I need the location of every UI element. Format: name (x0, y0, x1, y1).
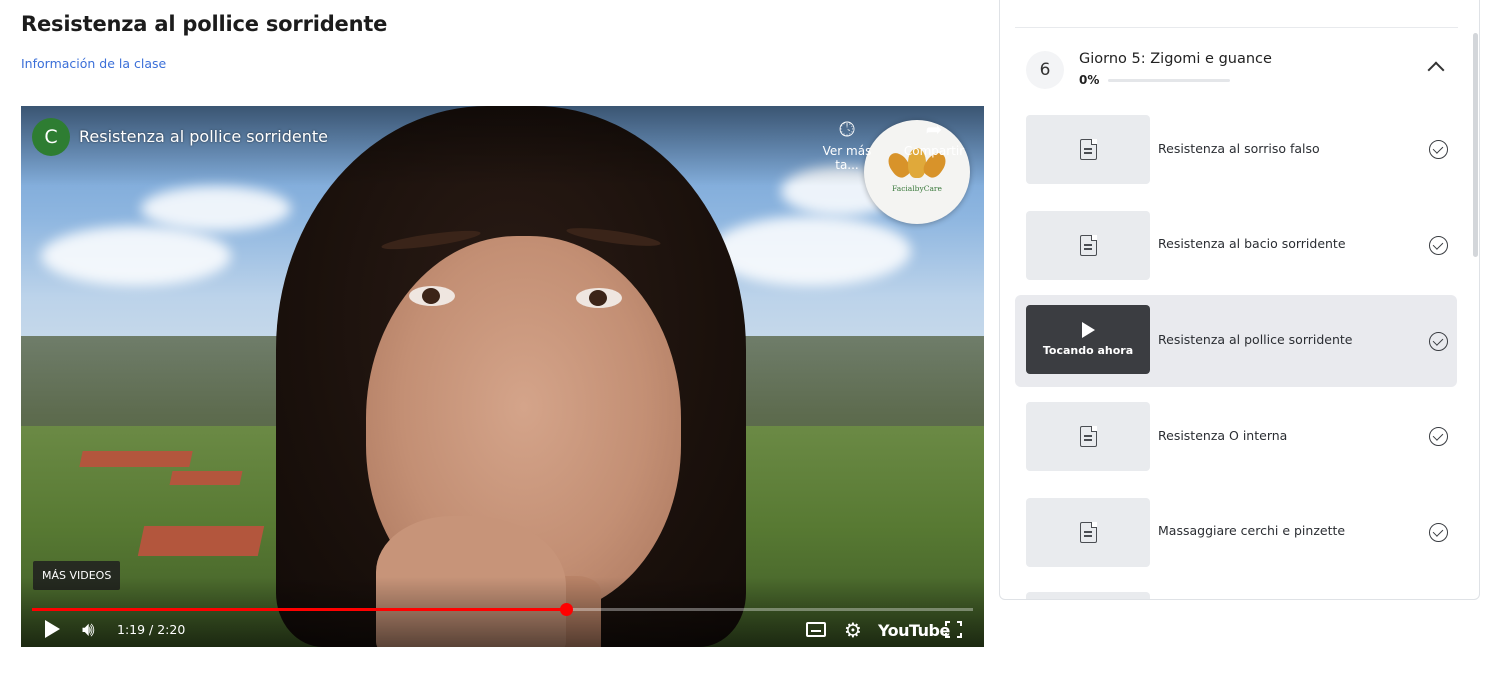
progress-bar[interactable] (32, 603, 973, 616)
section-progress-text: 0% (1079, 73, 1100, 87)
lesson-thumbnail (1026, 498, 1150, 567)
captions-icon[interactable] (806, 622, 826, 637)
video-frame (21, 106, 984, 647)
watch-later-button[interactable]: 🕓︎ Ver más ta... (809, 118, 885, 172)
lesson-title: Resistenza al bacio sorridente (1158, 236, 1346, 251)
lesson-item[interactable]: Massaggiare cerchi e pinzette (1015, 488, 1457, 580)
section-title[interactable]: Giorno 5: Zigomi e guance (1079, 51, 1272, 67)
class-info-link[interactable]: Información de la clase (21, 56, 166, 71)
watch-later-label: Ver más ta... (822, 144, 872, 172)
lesson-item[interactable]: Resistenza al bacio sorridente (1015, 201, 1457, 293)
lesson-thumbnail (1026, 402, 1150, 471)
video-player[interactable]: C Resistenza al pollice sorridente Facia… (21, 106, 984, 647)
check-circle-icon[interactable] (1429, 140, 1448, 159)
course-sidebar: 6 Giorno 5: Zigomi e guance 0% Resistenz… (999, 0, 1480, 600)
check-circle-icon[interactable] (1429, 236, 1448, 255)
lesson-thumbnail-partial (1026, 592, 1150, 599)
play-icon[interactable] (45, 620, 60, 638)
sidebar-scrollbar[interactable] (1473, 33, 1478, 257)
video-title[interactable]: Resistenza al pollice sorridente (79, 127, 328, 146)
lesson-title: Resistenza al sorriso falso (1158, 141, 1320, 156)
brand-logo-text: FacialbyCare (892, 184, 942, 193)
lesson-thumbnail (1026, 115, 1150, 184)
check-circle-icon[interactable] (1429, 332, 1448, 351)
document-icon (1079, 138, 1097, 160)
fullscreen-icon[interactable] (945, 621, 962, 638)
volume-icon[interactable]: 🔊︎ (82, 617, 95, 641)
share-label: Compartir (903, 144, 965, 158)
share-button[interactable]: ➦ Compartir (896, 118, 972, 158)
lesson-title: Massaggiare cerchi e pinzette (1158, 523, 1346, 538)
youtube-logo[interactable]: YouTube (878, 621, 950, 640)
page: Resistenza al pollice sorridente Informa… (0, 0, 1495, 684)
document-icon (1079, 234, 1097, 256)
gear-icon[interactable]: ⚙ (844, 618, 862, 642)
channel-avatar[interactable]: C (32, 118, 70, 156)
lesson-title: Resistenza O interna (1158, 428, 1288, 443)
check-circle-icon[interactable] (1429, 427, 1448, 446)
document-icon (1079, 425, 1097, 447)
now-playing-label: Tocando ahora (1042, 344, 1134, 357)
chevron-up-icon[interactable] (1427, 61, 1445, 79)
check-circle-icon[interactable] (1429, 523, 1448, 542)
lesson-item-active[interactable]: Tocando ahora Resistenza al pollice sorr… (1015, 295, 1457, 387)
lesson-item[interactable]: Resistenza O interna (1015, 392, 1457, 484)
page-title: Resistenza al pollice sorridente (21, 12, 388, 36)
section-progress-bar (1108, 79, 1230, 82)
share-icon: ➦ (925, 117, 943, 141)
play-icon (1081, 322, 1095, 338)
section-number: 6 (1026, 51, 1064, 89)
lesson-title: Resistenza al pollice sorridente (1158, 332, 1353, 347)
document-icon (1079, 521, 1097, 543)
sidebar-divider (1015, 27, 1458, 28)
progress-played (32, 608, 567, 611)
lesson-item[interactable]: Resistenza al sorriso falso (1015, 105, 1457, 197)
lesson-thumbnail-playing: Tocando ahora (1026, 305, 1150, 374)
clock-icon: 🕓︎ (839, 117, 855, 141)
lesson-thumbnail (1026, 211, 1150, 280)
time-display: 1:19 / 2:20 (117, 622, 186, 637)
